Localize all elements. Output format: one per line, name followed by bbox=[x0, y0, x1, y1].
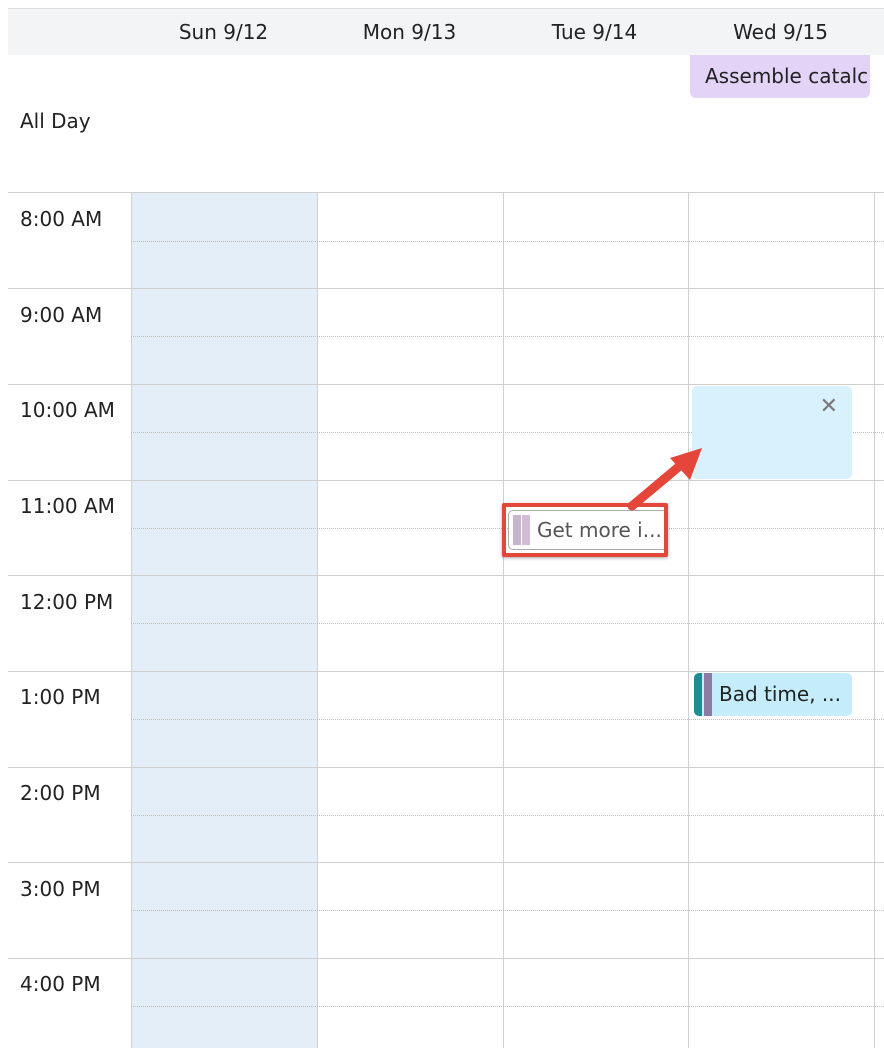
hour-divider bbox=[8, 480, 884, 481]
half-hour-divider bbox=[131, 910, 884, 911]
week-calendar: Sun 9/12 Mon 9/13 Tue 9/14 Wed 9/15 All … bbox=[0, 0, 884, 1048]
time-label: 1:00 PM bbox=[20, 685, 101, 709]
day-column-sun[interactable] bbox=[131, 193, 317, 1048]
time-label: 9:00 AM bbox=[20, 303, 103, 327]
day-header-tue[interactable]: Tue 9/14 bbox=[502, 9, 687, 55]
time-label: 12:00 PM bbox=[20, 590, 114, 614]
time-label: 10:00 AM bbox=[20, 398, 115, 422]
event-color-bar bbox=[704, 673, 712, 716]
hour-divider bbox=[8, 384, 884, 385]
time-grid: 8:00 AM 9:00 AM 10:00 AM 11:00 AM 12:00 … bbox=[8, 193, 884, 1048]
all-day-event[interactable]: Assemble catalc bbox=[690, 55, 870, 98]
day-column-tue[interactable] bbox=[503, 193, 688, 1048]
half-hour-divider bbox=[131, 623, 884, 624]
half-hour-divider bbox=[131, 815, 884, 816]
hour-divider bbox=[8, 862, 884, 863]
time-label: 3:00 PM bbox=[20, 877, 101, 901]
hour-divider bbox=[8, 288, 884, 289]
day-header-wed[interactable]: Wed 9/15 bbox=[688, 9, 873, 55]
all-day-row[interactable]: All Day Assemble catalc bbox=[8, 55, 884, 193]
time-label: 11:00 AM bbox=[20, 494, 115, 518]
half-hour-divider bbox=[131, 1006, 884, 1007]
hour-divider bbox=[8, 958, 884, 959]
event-bad-time[interactable]: Bad time, ... bbox=[694, 673, 852, 716]
hour-divider bbox=[8, 575, 884, 576]
day-header-row: Sun 9/12 Mon 9/13 Tue 9/14 Wed 9/15 bbox=[8, 8, 884, 56]
time-column: 8:00 AM 9:00 AM 10:00 AM 11:00 AM 12:00 … bbox=[8, 193, 131, 1048]
time-label: 8:00 AM bbox=[20, 207, 103, 231]
time-label: 2:00 PM bbox=[20, 781, 101, 805]
half-hour-divider bbox=[131, 719, 884, 720]
day-column-wed[interactable] bbox=[688, 193, 874, 1048]
half-hour-divider bbox=[131, 241, 884, 242]
hour-divider bbox=[8, 671, 884, 672]
hour-divider bbox=[8, 767, 884, 768]
half-hour-divider bbox=[131, 336, 884, 337]
event-title: Bad time, ... bbox=[719, 682, 842, 706]
day-header-mon[interactable]: Mon 9/13 bbox=[317, 9, 502, 55]
all-day-label: All Day bbox=[20, 109, 91, 133]
event-color-bar bbox=[694, 673, 702, 716]
time-label: 4:00 PM bbox=[20, 972, 101, 996]
close-icon[interactable]: ✕ bbox=[820, 394, 838, 419]
day-header-sun[interactable]: Sun 9/12 bbox=[131, 9, 316, 55]
day-column-mon[interactable] bbox=[317, 193, 503, 1048]
drag-arrow-icon bbox=[627, 448, 702, 511]
day-column-next[interactable] bbox=[874, 193, 884, 1048]
